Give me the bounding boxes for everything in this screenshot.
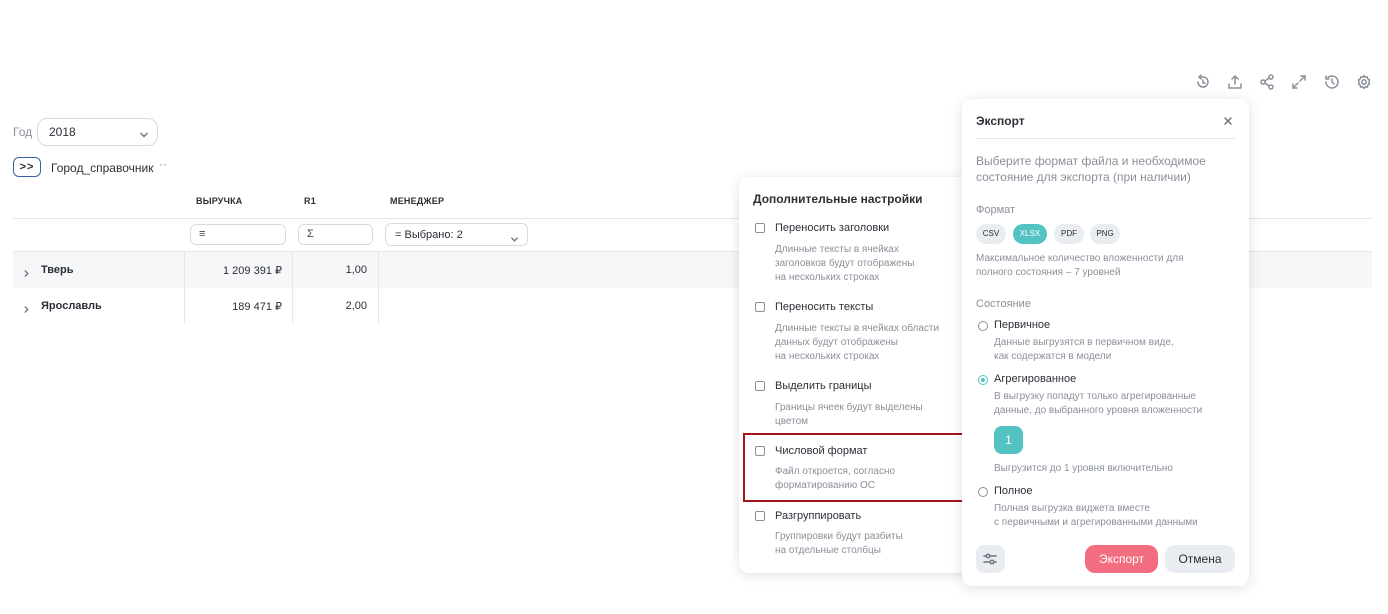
option-desc: Файл откроется, согласно форматированию О…	[775, 466, 896, 491]
row-revenue: 189 471 ₽	[232, 301, 282, 313]
format-png-chip[interactable]: PNG	[1090, 224, 1120, 244]
option-desc: Группировки будут разбиты на отдельные ст…	[775, 531, 903, 556]
wrap-texts-checkbox[interactable]	[755, 302, 765, 312]
row-name: Тверь	[41, 264, 74, 276]
sum-icon: Σ	[307, 228, 314, 240]
option-desc: Длинные тексты в ячейках области данных б…	[775, 323, 940, 362]
column-header-revenue[interactable]: ВЫРУЧКА	[196, 196, 243, 206]
export-button[interactable]: Экспорт	[1085, 545, 1158, 573]
chevron-down-icon	[510, 231, 519, 242]
fullscreen-icon[interactable]	[1290, 73, 1308, 91]
filter-icon: ≡	[199, 228, 206, 240]
column-header-r1[interactable]: R1	[304, 196, 316, 206]
manager-filter-value: = Выбрано: 2	[395, 229, 463, 241]
ungroup-checkbox[interactable]	[755, 511, 765, 521]
state-primary-radio[interactable]	[978, 321, 988, 331]
option-label[interactable]: Разгруппировать	[775, 510, 861, 522]
option-label[interactable]: Выделить границы	[775, 380, 871, 392]
state-label-primary[interactable]: Первичное	[994, 319, 1050, 331]
state-full-radio[interactable]	[978, 487, 988, 497]
year-value: 2018	[49, 125, 76, 139]
year-label: Год	[13, 125, 33, 139]
state-aggregated-radio[interactable]	[978, 375, 988, 385]
cancel-button[interactable]: Отмена	[1165, 545, 1235, 573]
column-divider	[378, 252, 379, 324]
revenue-filter-input[interactable]: ≡	[190, 224, 286, 245]
r1-filter-input[interactable]: Σ	[298, 224, 373, 245]
format-csv-chip[interactable]: CSV	[976, 224, 1006, 244]
option-desc: Длинные тексты в ячейках заголовков будут…	[775, 244, 915, 283]
panel-title: Дополнительные настройки	[753, 192, 923, 206]
row-r1: 1,00	[345, 264, 367, 276]
history-icon[interactable]	[1323, 73, 1341, 91]
level-note: Выгрузится до 1 уровня включительно	[994, 463, 1173, 474]
option-label[interactable]: Переносить тексты	[775, 301, 873, 313]
sliders-icon	[983, 552, 997, 566]
state-desc: В выгрузку попадут только агрегированные…	[994, 391, 1203, 416]
state-label-full[interactable]: Полное	[994, 485, 1033, 497]
row-name: Ярославль	[41, 300, 102, 312]
dimension-more-button[interactable]: ··	[159, 157, 167, 171]
state-desc: Данные выгрузятся в первичном виде, как с…	[994, 337, 1174, 362]
close-icon[interactable]	[1222, 114, 1234, 126]
row-revenue: 1 209 391 ₽	[223, 265, 282, 277]
wrap-headers-checkbox[interactable]	[755, 223, 765, 233]
year-select[interactable]: 2018	[37, 118, 158, 146]
level-button[interactable]: 1	[994, 426, 1023, 454]
state-label: Состояние	[976, 298, 1031, 310]
dialog-title: Экспорт	[976, 114, 1025, 128]
format-note: Максимальное количество вложенности для п…	[976, 253, 1184, 278]
format-xlsx-chip[interactable]: XLSX	[1013, 224, 1047, 244]
refresh-icon[interactable]	[1194, 73, 1212, 91]
expand-all-button[interactable]: >>	[13, 157, 41, 177]
option-desc: Границы ячеек будут выделены цветом	[775, 402, 923, 427]
column-header-manager[interactable]: МЕНЕДЖЕР	[390, 196, 444, 206]
state-label-aggregated[interactable]: Агрегированное	[994, 373, 1076, 385]
state-desc: Полная выгрузка виджета вместе с первичны…	[994, 503, 1198, 528]
dialog-intro: Выберите формат файла и необходимое сост…	[976, 154, 1206, 184]
share-icon[interactable]	[1258, 73, 1276, 91]
gear-icon[interactable]	[1355, 73, 1373, 91]
row-r1: 2,00	[345, 300, 367, 312]
column-divider	[292, 252, 293, 324]
format-label: Формат	[976, 204, 1016, 216]
highlight-borders-checkbox[interactable]	[755, 381, 765, 391]
chevron-right-icon[interactable]	[22, 265, 31, 277]
chevron-right-icon[interactable]	[22, 301, 31, 313]
dimension-label: Город_справочник	[51, 161, 154, 175]
chevron-down-icon	[139, 127, 149, 138]
format-pdf-chip[interactable]: PDF	[1054, 224, 1084, 244]
manager-filter-select[interactable]: = Выбрано: 2	[385, 223, 528, 246]
number-format-checkbox[interactable]	[755, 446, 765, 456]
dialog-divider	[976, 138, 1235, 139]
option-label[interactable]: Переносить заголовки	[775, 222, 889, 234]
option-label[interactable]: Числовой формат	[775, 445, 867, 457]
column-divider	[184, 252, 185, 324]
upload-icon[interactable]	[1226, 73, 1244, 91]
settings-button[interactable]	[976, 545, 1005, 573]
